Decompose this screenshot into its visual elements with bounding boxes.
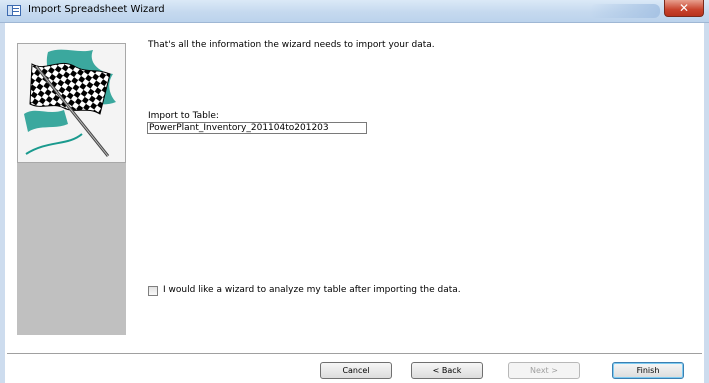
finish-button[interactable]: Finish (612, 362, 684, 379)
close-button[interactable]: ✕ (664, 0, 704, 17)
window-frame-right (704, 23, 709, 383)
close-icon: ✕ (678, 1, 690, 15)
titlebar-glass (590, 4, 660, 18)
intro-text: That's all the information the wizard ne… (148, 40, 435, 50)
next-button[interactable]: Next > (508, 362, 580, 379)
checkered-flag-icon (24, 49, 116, 157)
table-icon (7, 5, 21, 16)
button-separator (7, 353, 702, 355)
analyze-table-checkbox[interactable] (148, 286, 158, 296)
import-label-text: Import to Table: (148, 111, 219, 121)
import-to-table-label: Import to Table: (148, 111, 219, 121)
cancel-button[interactable]: Cancel (320, 362, 392, 379)
wizard-art (17, 43, 126, 163)
analyze-table-label[interactable]: I would like a wizard to analyze my tabl… (163, 285, 461, 295)
back-button[interactable]: < Back (411, 362, 483, 379)
window-title: Import Spreadsheet Wizard (28, 4, 165, 15)
table-name-input[interactable] (147, 122, 367, 134)
title-bar[interactable]: Import Spreadsheet Wizard ✕ (0, 0, 709, 23)
